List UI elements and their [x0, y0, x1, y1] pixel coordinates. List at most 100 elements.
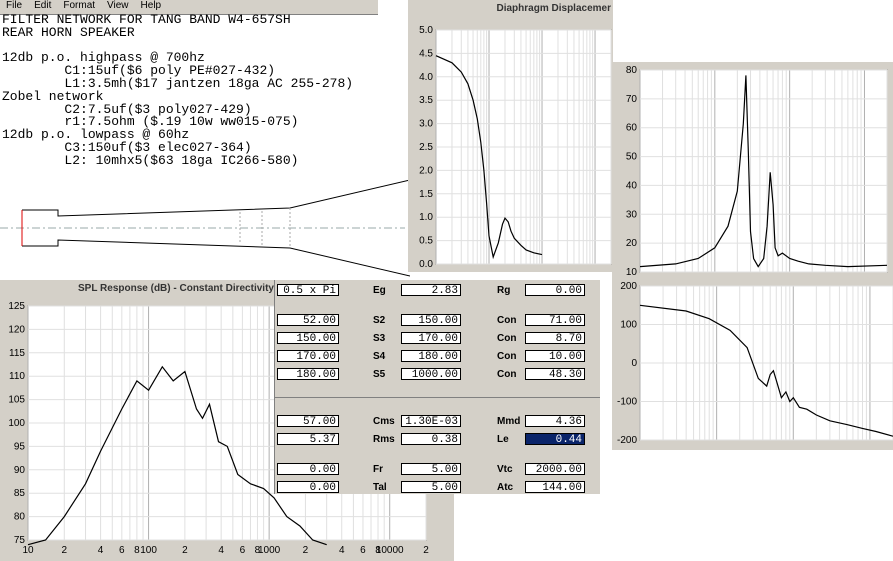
menu-file[interactable]: File — [0, 0, 28, 12]
menu-edit[interactable]: Edit — [28, 0, 57, 12]
y-tick-label: 4.5 — [419, 48, 433, 59]
param-field[interactable]: 2.83 — [401, 284, 461, 297]
param-field[interactable]: 71.00 — [525, 314, 585, 327]
y-tick-label: 5.0 — [419, 25, 433, 36]
y-tick-label: 100 — [8, 418, 25, 429]
param-label: Mmd — [497, 416, 521, 427]
param-field[interactable]: 5.00 — [401, 481, 461, 494]
y-tick-label: 40 — [626, 180, 638, 191]
param-field[interactable]: 57.00 — [277, 415, 339, 428]
y-tick-label: 4.0 — [419, 72, 433, 83]
param-field[interactable]: 150.00 — [401, 314, 461, 327]
y-tick-label: 60 — [626, 123, 638, 134]
param-label: S5 — [373, 369, 386, 380]
notes-line: REAR HORN SPEAKER — [2, 24, 135, 40]
param-field[interactable]: 52.00 — [277, 314, 339, 327]
param-label: Fr — [373, 464, 383, 475]
param-field[interactable]: 170.00 — [277, 350, 339, 363]
y-tick-label: 70 — [626, 94, 638, 105]
x-tick-label: 2 — [182, 545, 188, 556]
y-tick-label: 120 — [8, 324, 25, 335]
y-tick-label: -200 — [617, 435, 637, 446]
menu-help[interactable]: Help — [135, 0, 168, 12]
param-field[interactable]: 2000.00 — [525, 463, 585, 476]
parameter-panel: 0.5 x Pi Eg 2.83 Rg 0.00 52.00 S2 150.00 Con 71.0… — [274, 280, 600, 494]
param-label: Con — [497, 315, 517, 326]
param-field[interactable]: 180.00 — [401, 350, 461, 363]
impedance-chart: 80 70 60 50 40 30 20 10 — [612, 62, 893, 280]
y-tick-label: 30 — [626, 209, 638, 220]
param-field[interactable]: 4.36 — [525, 415, 585, 428]
diaphragm-title: Diaphragm Displacemer — [408, 2, 613, 16]
param-field[interactable]: 10.00 — [525, 350, 585, 363]
param-label: Rms — [373, 434, 395, 445]
param-field[interactable]: 144.00 — [525, 481, 585, 494]
x-tick-label: 1000 — [258, 545, 281, 556]
param-field[interactable]: 0.38 — [401, 433, 461, 446]
param-label: S2 — [373, 315, 386, 326]
param-label: S3 — [373, 333, 386, 344]
param-field[interactable]: 1.30E-03 — [401, 415, 461, 428]
y-tick-label: 1.0 — [419, 212, 433, 223]
param-field[interactable]: 0.5 x Pi — [277, 284, 339, 297]
spl-title: SPL Response (dB) - Constant Directivity… — [78, 282, 278, 296]
divider — [275, 397, 600, 398]
y-tick-label: 0.0 — [419, 259, 433, 270]
y-tick-label: 0 — [631, 358, 637, 369]
param-label: S4 — [373, 351, 386, 362]
param-label: Tal — [373, 482, 387, 493]
param-field[interactable]: 0.00 — [525, 284, 585, 297]
x-tick-label: 8 — [134, 545, 140, 556]
x-tick-label: 6 — [240, 545, 246, 556]
param-label: Eg — [373, 285, 386, 296]
diaphragm-chart: 5.0 4.5 4.0 3.5 3.0 2.5 2.0 1.5 1.0 0.5 0.0 — [408, 16, 613, 272]
y-tick-label: 2.0 — [419, 165, 433, 176]
param-field[interactable]: 150.00 — [277, 332, 339, 345]
x-tick-label: 6 — [360, 545, 366, 556]
param-field[interactable]: 5.37 — [277, 433, 339, 446]
plot-area — [639, 69, 888, 273]
param-field-selected[interactable]: 0.44 — [525, 433, 585, 446]
y-tick-label: 0.5 — [419, 236, 433, 247]
param-label: Vtc — [497, 464, 513, 475]
y-tick-label: 85 — [14, 488, 26, 499]
menu-format[interactable]: Format — [57, 0, 101, 12]
param-label: Le — [497, 434, 509, 445]
param-field[interactable]: 1000.00 — [401, 368, 461, 381]
y-tick-label: 2.5 — [419, 142, 433, 153]
y-tick-label: 90 — [14, 465, 26, 476]
x-tick-label: 10000 — [376, 545, 404, 556]
phase-chart: 200 100 0 -100 -200 — [612, 280, 893, 450]
param-label: Cms — [373, 416, 395, 427]
x-tick-label: 2 — [303, 545, 309, 556]
param-label: Atc — [497, 482, 514, 493]
param-field[interactable]: 8.70 — [525, 332, 585, 345]
x-tick-label: 4 — [218, 545, 224, 556]
notes-text: FILTER NETWORK FOR TANG BAND W4-657SH REA… — [2, 13, 382, 168]
y-tick-label: 95 — [14, 441, 26, 452]
y-tick-label: 80 — [14, 512, 26, 523]
horn-diagram — [0, 176, 410, 288]
x-tick-label: 100 — [140, 545, 157, 556]
param-field[interactable]: 0.00 — [277, 463, 339, 476]
x-tick-label: 4 — [339, 545, 345, 556]
param-label: Rg — [497, 285, 511, 296]
y-tick-label: 1.5 — [419, 189, 433, 200]
y-tick-label: 3.5 — [419, 95, 433, 106]
y-tick-label: 3.0 — [419, 119, 433, 130]
y-tick-label: 105 — [8, 395, 25, 406]
param-field[interactable]: 0.00 — [277, 481, 339, 494]
param-field[interactable]: 5.00 — [401, 463, 461, 476]
param-field[interactable]: 48.30 — [525, 368, 585, 381]
y-tick-label: 10 — [626, 267, 638, 278]
x-tick-label: 10 — [22, 545, 34, 556]
x-tick-label: 2 — [423, 545, 429, 556]
param-field[interactable]: 170.00 — [401, 332, 461, 345]
menu-view[interactable]: View — [101, 0, 135, 12]
notes-line: L2: 10mhx5($63 18ga IC266-580) — [2, 152, 299, 168]
y-tick-label: 115 — [9, 348, 25, 359]
x-tick-label: 4 — [98, 545, 104, 556]
param-field[interactable]: 180.00 — [277, 368, 339, 381]
y-tick-label: 100 — [620, 320, 637, 331]
x-tick-label: 2 — [62, 545, 68, 556]
